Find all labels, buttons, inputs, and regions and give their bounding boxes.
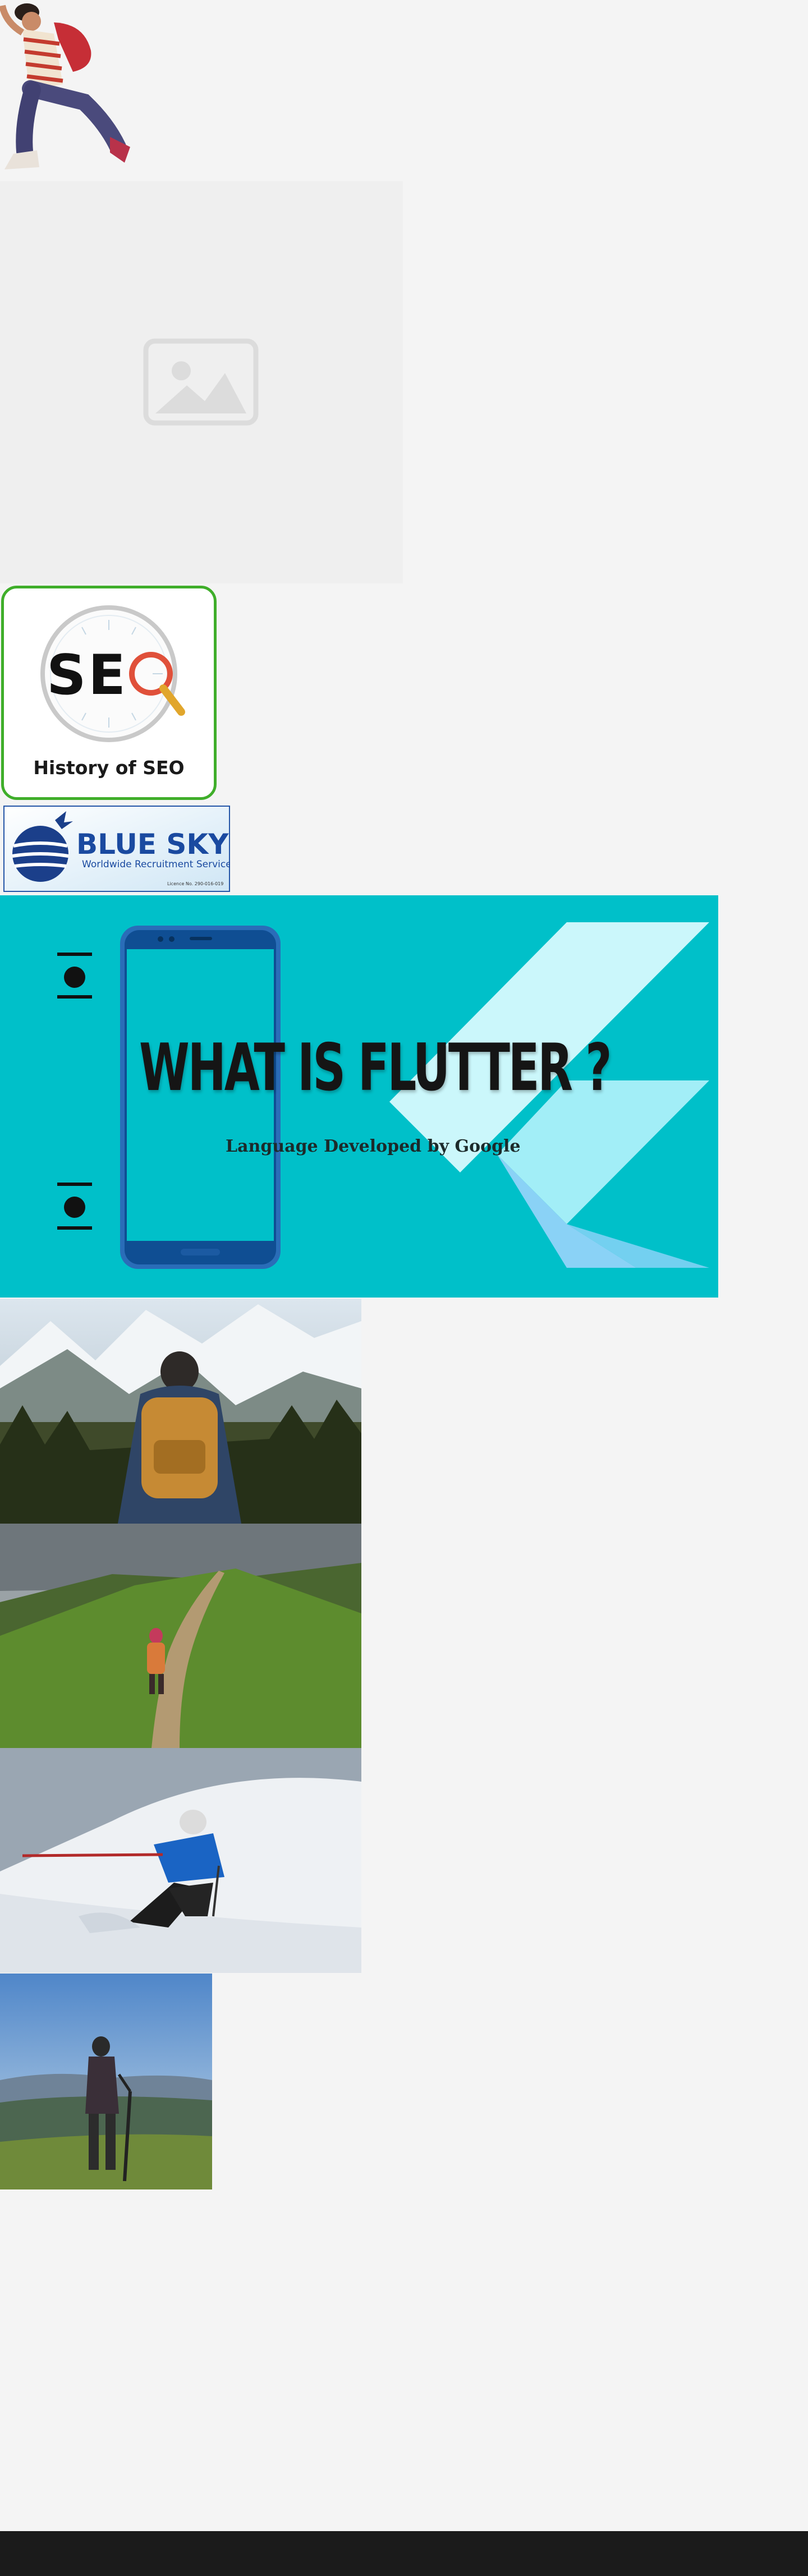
bluesky-tagline: Worldwide Recruitment Services <box>82 859 230 870</box>
flutter-banner[interactable]: WHAT IS FLUTTER ? Language Developed by … <box>0 895 718 1298</box>
seo-logo: S E <box>40 605 185 742</box>
flutter-title: WHAT IS FLUTTER ? <box>139 1030 612 1106</box>
image-placeholder-icon <box>143 338 259 426</box>
jumping-person-image <box>0 3 130 169</box>
image-placeholder <box>0 181 403 583</box>
trail-hiker-photo <box>0 1524 361 1748</box>
bluesky-banner[interactable]: BLUE SKY Worldwide Recruitment Services … <box>3 806 230 892</box>
bluesky-title: BLUE SKY <box>76 828 229 861</box>
svg-text:S: S <box>47 643 86 707</box>
bullet-icon <box>57 1183 92 1230</box>
mountain-biker-photo <box>0 1974 212 2189</box>
page-footer <box>0 2531 808 2576</box>
flutter-subtitle: Language Developed by Google <box>226 1137 521 1156</box>
seo-card-caption: History of SEO <box>33 757 185 779</box>
svg-text:E: E <box>88 643 126 707</box>
seo-history-card[interactable]: S E History of SEO <box>1 586 217 800</box>
bullet-icon <box>57 953 92 999</box>
bluesky-license: Licence No. 290-016-019 <box>167 881 223 886</box>
backpacker-photo <box>0 1299 361 1524</box>
skier-photo <box>0 1748 361 1973</box>
